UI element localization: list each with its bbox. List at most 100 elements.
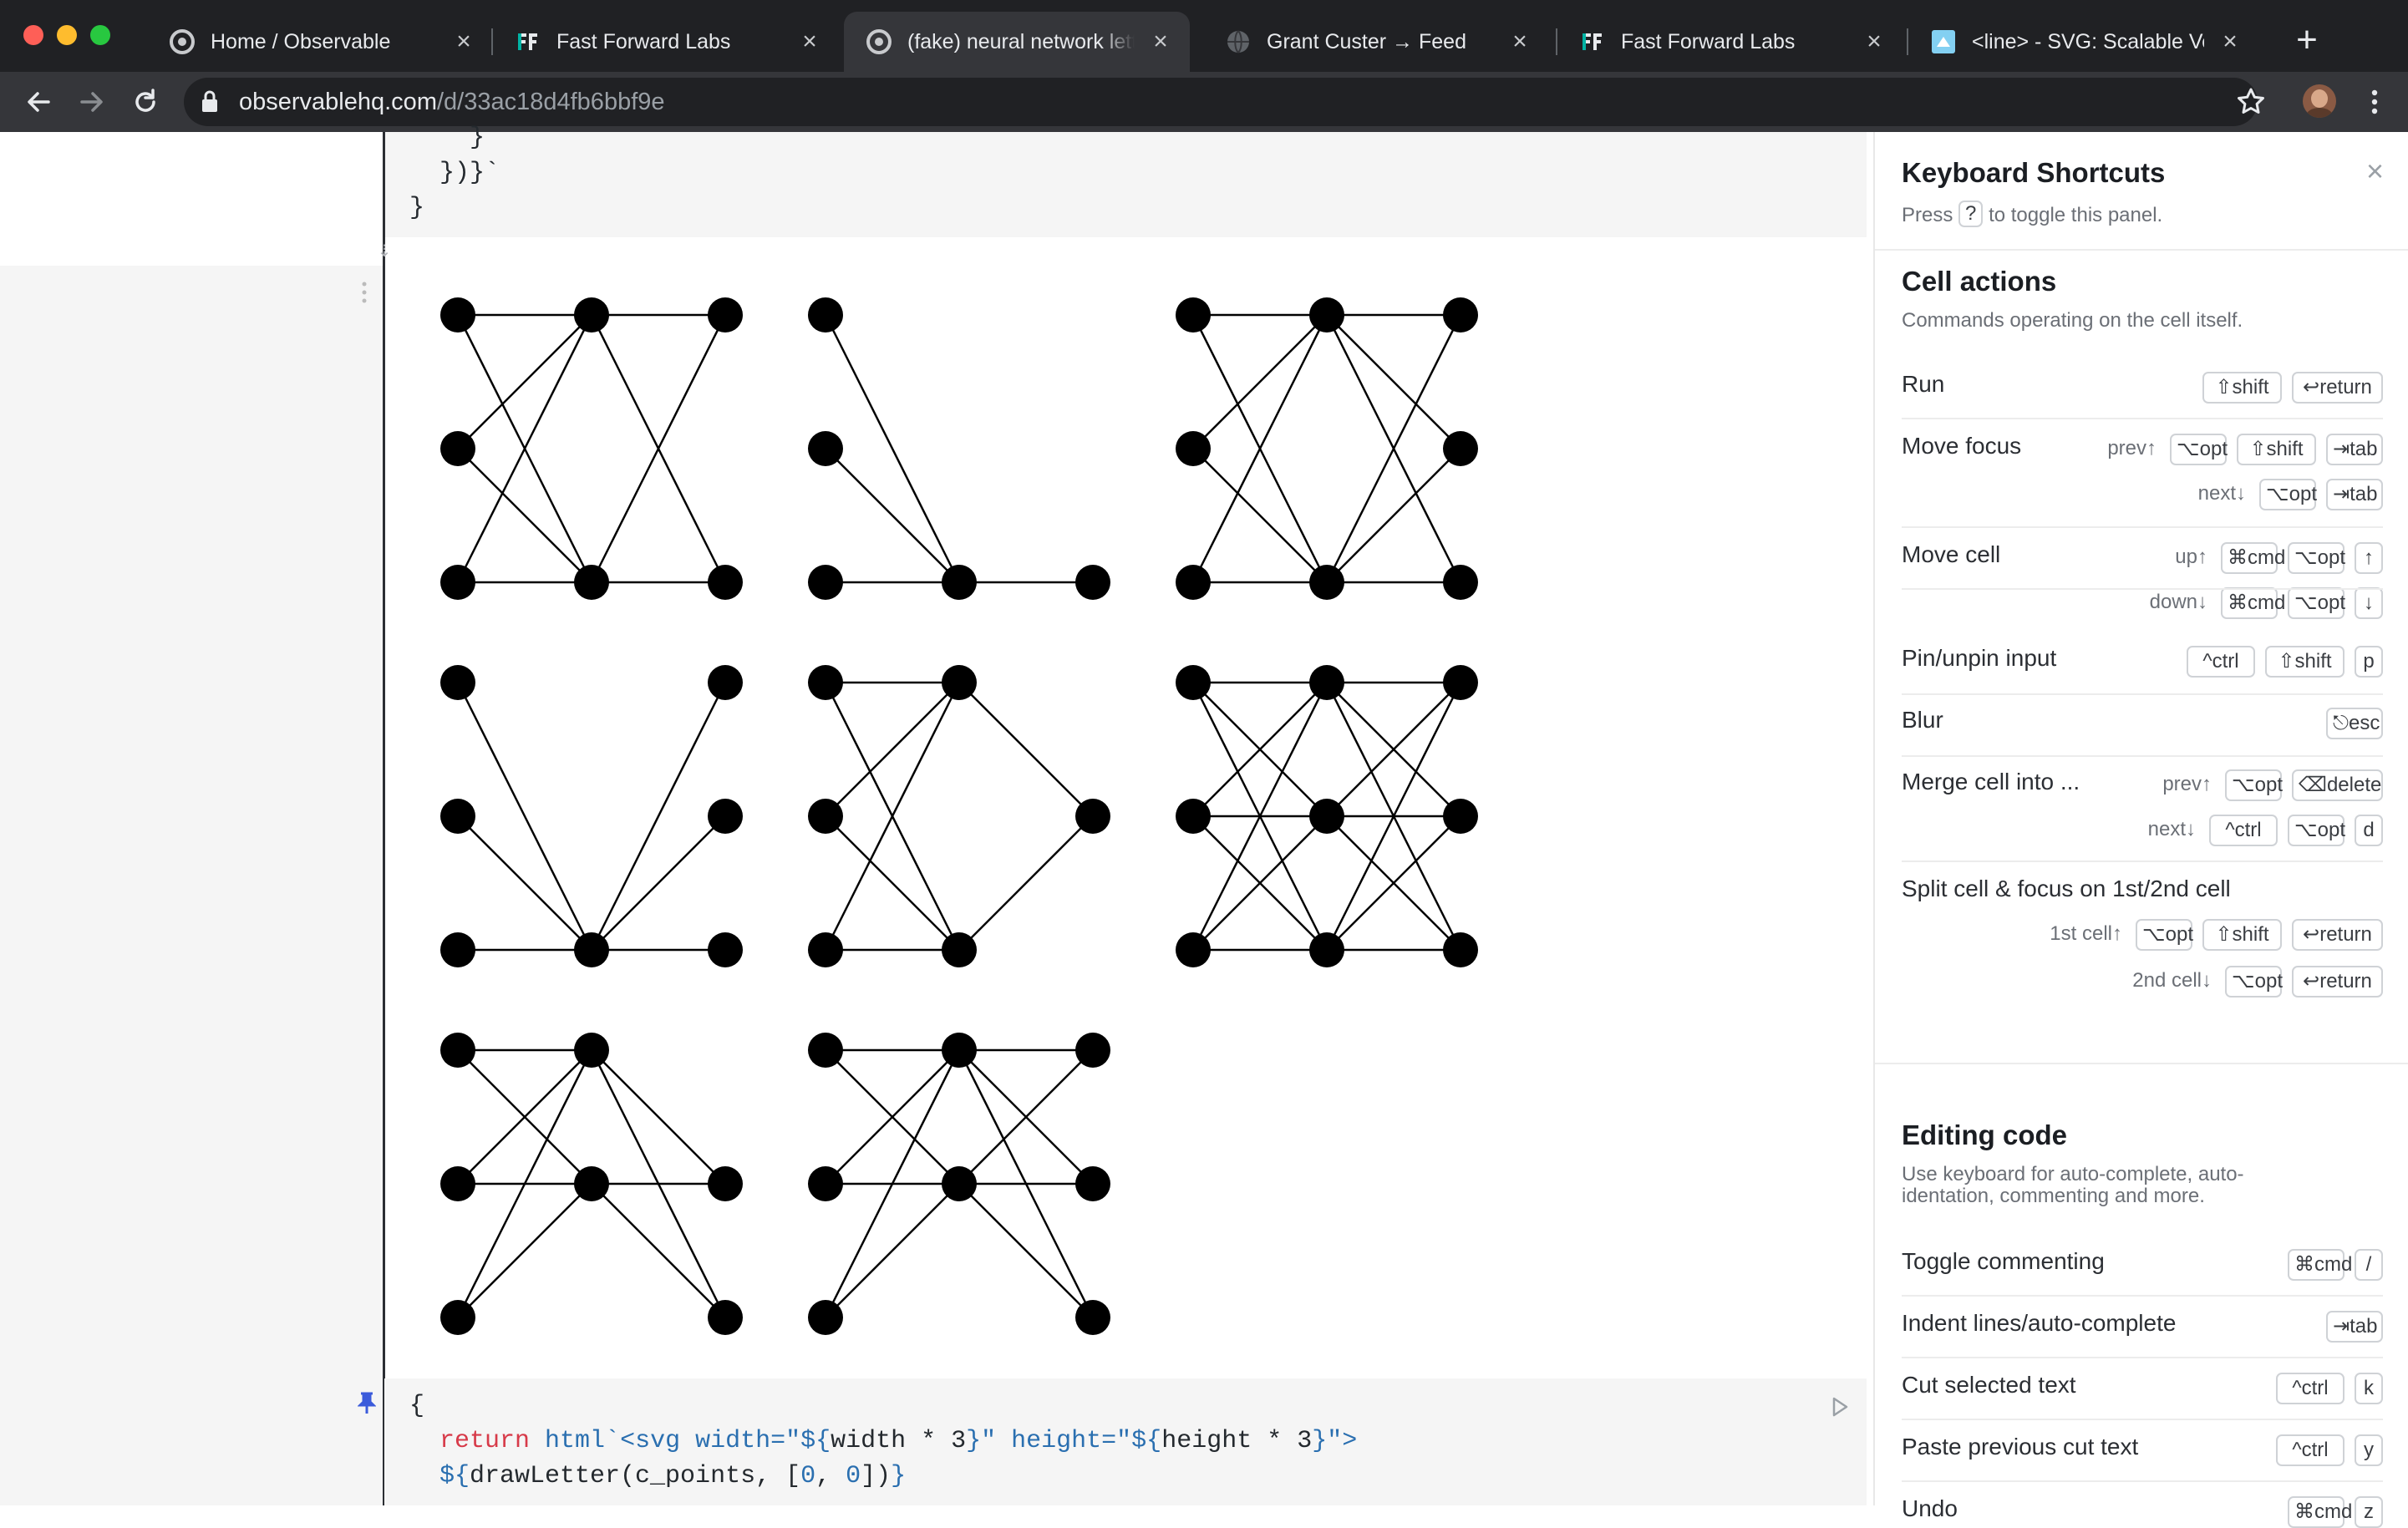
run-cell-icon[interactable] [1830,1395,1850,1419]
network-node [1176,932,1211,967]
network-node [708,1166,743,1201]
key-cap: ⇥tab [2326,479,2383,510]
shortcut-label: Blur [1902,707,1943,733]
key-cap: ^ctrl [2187,646,2255,678]
key-cap: ↩return [2292,372,2383,404]
observable-icon [170,29,195,54]
network-edge [958,815,1094,951]
network-node [942,932,977,967]
network-node [1176,565,1211,600]
network-edge [958,682,1094,817]
zoom-window-button[interactable] [90,25,110,45]
code-expr: width * 3 [831,1427,967,1455]
close-tab-icon[interactable]: × [1148,27,1173,57]
key-cap: ⎋esc [2326,708,2383,739]
key-cap: k [2355,1373,2383,1404]
shortcut-label: Cut selected text [1902,1372,2076,1398]
reload-icon[interactable] [129,85,162,119]
network-letter [1176,665,1478,967]
network-node [574,932,609,967]
close-tab-icon[interactable]: × [1507,27,1532,57]
browser-tab[interactable]: Fast Forward Labs × [1557,12,1903,72]
network-node [1176,431,1211,466]
divider [1875,1063,2408,1064]
code-expr: ]) [861,1462,892,1490]
key-cap: ↓ [2355,587,2383,619]
close-window-button[interactable] [23,25,43,45]
code-expr: , [815,1462,846,1490]
panel-press-text: Press [1902,204,1953,226]
divider [1902,526,2383,528]
key-cap: ⌥opt [2136,919,2193,951]
browser-tab[interactable]: Home / Observable × [147,12,493,72]
browser-tab[interactable]: (fake) neural network lette × [844,12,1190,72]
key-cap: ^ctrl [2276,1434,2344,1466]
globe-icon [1227,30,1249,53]
more-menu-icon[interactable] [2358,85,2391,119]
browser-tab[interactable]: Grant Custer → Feed × [1203,12,1549,72]
code-string: }" height="${ [966,1427,1162,1455]
network-edge [825,682,960,817]
key-cap: / [2355,1249,2383,1281]
fast-forward-labs-icon [1582,33,1602,50]
code-line: return html`<svg width="${width * 3}" he… [409,1424,1357,1459]
key-cap: ? [1958,201,1984,227]
network-node [808,799,843,834]
close-tab-icon[interactable]: × [797,27,822,57]
network-edge [457,314,592,449]
forward-arrow-icon[interactable] [75,85,109,119]
new-tab-button[interactable]: + [2287,20,2327,60]
cell-drag-handle-icon[interactable] [356,281,373,306]
tab-title: Fast Forward Labs [1621,30,1796,53]
shortcut-label: Paste previous cut text [1902,1434,2139,1459]
code-line: } [409,124,485,152]
panel-subtitle: Press ? to toggle this panel. [1902,201,2162,229]
divider [1875,249,2408,251]
network-node [942,1166,977,1201]
bookmark-star-icon[interactable] [2234,85,2268,119]
tab-separator [1556,28,1557,55]
section-title-editing-code: Editing code [1902,1119,2067,1150]
key-cap: ^ctrl [2209,815,2278,846]
divider [1902,1480,2383,1482]
close-tab-icon[interactable]: × [1862,27,1887,57]
close-tab-icon[interactable]: × [451,27,476,57]
back-arrow-icon[interactable] [22,85,55,119]
network-node [1309,565,1344,600]
collapse-handle-icon[interactable]: ⇣ [376,239,393,264]
network-node [1176,799,1211,834]
pin-icon[interactable] [358,1390,376,1415]
code-string: } [891,1462,907,1490]
key-cap: ⇧shift [2265,646,2344,678]
tab-title: <line> - SVG: Scalable Ve [1972,30,2204,53]
panel-title: Keyboard Shortcuts [1902,157,2166,188]
url-path: /d/33ac18d4fb6bbf9e [436,89,665,115]
code-cell-top[interactable] [384,132,1867,237]
close-panel-icon[interactable]: × [2366,154,2384,189]
network-node [1075,799,1110,834]
network-letter [440,1033,743,1335]
shortcut-label: Move focus [1902,433,2022,459]
key-cap: ⌫delete [2292,769,2383,801]
network-node [808,297,843,333]
network-node [440,565,475,600]
network-node [708,565,743,600]
minimize-window-button[interactable] [57,25,77,45]
network-node [942,665,977,700]
divider [1902,1357,2383,1358]
tab-title: Fast Forward Labs [556,30,731,53]
key-cap: ↩return [2292,919,2383,951]
browser-tab[interactable]: <line> - SVG: Scalable Ve × [1908,12,2259,72]
profile-avatar[interactable] [2303,84,2336,118]
network-node [808,1033,843,1068]
left-gutter [0,266,384,1505]
shortcut-label: Undo [1902,1495,1958,1521]
browser-tab[interactable]: Fast Forward Labs × [493,12,839,72]
fast-forward-labs-icon [518,33,537,50]
network-node [440,1166,475,1201]
close-tab-icon[interactable]: × [2217,27,2243,57]
network-node [808,1166,843,1201]
divider [1902,588,2383,590]
key-cap: ⌥opt [2288,587,2345,619]
code-string: ${ [409,1462,470,1490]
